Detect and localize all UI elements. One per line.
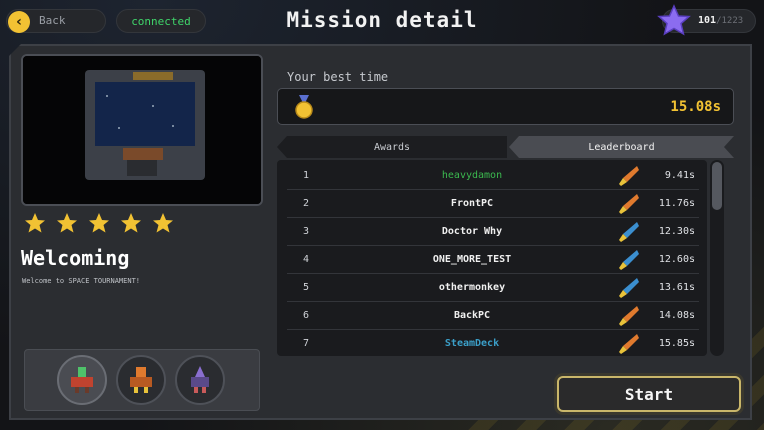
blue-ship-icon xyxy=(619,250,639,270)
player-time: 13.61s xyxy=(658,282,695,293)
gold-star-icon xyxy=(25,213,45,233)
rank: 2 xyxy=(303,198,310,209)
mission-panel: Welcoming Welcome to SPACE TOURNAMENT! Y… xyxy=(9,44,752,420)
star-counter: 101/1223 xyxy=(657,4,756,36)
ship-option-purple[interactable] xyxy=(175,355,225,405)
ship-selector xyxy=(24,349,260,411)
leaderboard-row: 2 FrontPC 11.76s xyxy=(287,190,699,218)
leaderboard-list: 1 heavydamon 9.41s 2 FrontPC 11.76s 3 Do… xyxy=(277,160,707,356)
star-icon xyxy=(657,4,691,36)
player-time: 12.60s xyxy=(658,254,695,265)
blue-ship-icon xyxy=(619,222,639,242)
mission-description: Welcome to SPACE TOURNAMENT! xyxy=(22,277,141,285)
player-time: 12.30s xyxy=(658,226,695,237)
purple-ship-icon xyxy=(191,366,209,393)
player-name: SteamDeck xyxy=(444,338,500,349)
gold-star-icon xyxy=(153,213,173,233)
player-name: BackPC xyxy=(453,310,491,321)
gold-star-icon xyxy=(121,213,141,233)
tab-awards[interactable]: Awards xyxy=(277,136,507,158)
rank: 5 xyxy=(303,282,310,293)
best-time-box: 15.08s xyxy=(277,88,734,125)
top-bar: ‹ Back connected Mission detail 101/1223 xyxy=(0,0,764,44)
player-name: FrontPC xyxy=(450,198,494,209)
page-title: Mission detail xyxy=(286,8,478,32)
stars-total: /1223 xyxy=(716,16,744,26)
detail-tabs: Awards Leaderboard xyxy=(277,136,734,158)
ship-option-green-red[interactable] xyxy=(57,355,107,405)
rank: 7 xyxy=(303,338,310,349)
green-red-ship-icon xyxy=(71,367,93,393)
scrollbar-thumb[interactable] xyxy=(712,162,722,210)
mission-star-rating xyxy=(24,212,174,234)
orange-ship-icon xyxy=(619,306,639,326)
leaderboard-scrollbar[interactable] xyxy=(710,160,724,356)
ship-option-orange[interactable] xyxy=(116,355,166,405)
rank: 6 xyxy=(303,310,310,321)
player-time: 11.76s xyxy=(658,198,695,209)
leaderboard-row: 6 BackPC 14.08s xyxy=(287,302,699,330)
orange-ship-icon xyxy=(130,367,152,393)
leaderboard-row: 1 heavydamon 9.41s xyxy=(287,162,699,190)
best-time-value: 15.08s xyxy=(670,99,721,115)
leaderboard-row: 3 Doctor Why 12.30s xyxy=(287,218,699,246)
rank: 4 xyxy=(303,254,310,265)
rank: 1 xyxy=(303,170,310,181)
player-name: othermonkey xyxy=(438,282,506,293)
mission-map-preview xyxy=(21,54,263,206)
gold-star-icon xyxy=(89,213,109,233)
blue-ship-icon xyxy=(619,278,639,298)
player-name: Doctor Why xyxy=(441,226,503,237)
leaderboard-row: 5 othermonkey 13.61s xyxy=(287,274,699,302)
leaderboard-row: 7 SteamDeck 15.85s xyxy=(287,330,699,356)
orange-ship-icon xyxy=(619,334,639,354)
best-time-label: Your best time xyxy=(287,70,389,84)
player-name: heavydamon xyxy=(441,170,503,181)
gold-star-icon xyxy=(57,213,77,233)
player-time: 9.41s xyxy=(664,170,695,181)
mission-title: Welcoming xyxy=(21,246,130,270)
rank: 3 xyxy=(303,226,310,237)
orange-ship-icon xyxy=(619,166,639,186)
stars-collected: 101 xyxy=(698,15,717,26)
medal-icon xyxy=(295,95,313,119)
start-button[interactable]: Start xyxy=(557,376,741,412)
tab-leaderboard[interactable]: Leaderboard xyxy=(509,136,734,158)
player-name: ONE_MORE_TEST xyxy=(432,254,512,265)
map-image xyxy=(23,56,261,204)
star-count: 101/1223 xyxy=(698,15,743,26)
leaderboard-row: 4 ONE_MORE_TEST 12.60s xyxy=(287,246,699,274)
player-time: 14.08s xyxy=(658,310,695,321)
orange-ship-icon xyxy=(619,194,639,214)
player-time: 15.85s xyxy=(658,338,695,349)
